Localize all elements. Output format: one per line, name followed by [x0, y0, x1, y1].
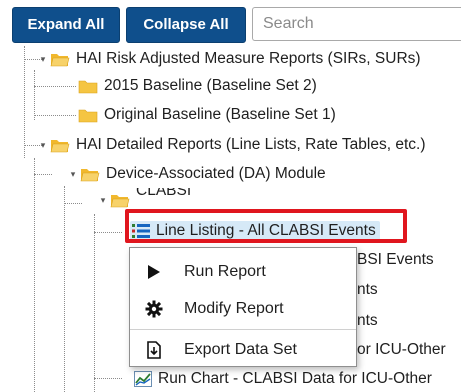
tree-connector [34, 174, 52, 175]
tree-node-hai-risk-adjusted[interactable]: ▾ HAI Risk Adjusted Measure Reports (SIR… [38, 46, 421, 72]
folder-open-icon [50, 140, 70, 153]
tree-node-label: Run Chart - CLABSI Data for ICU-Other [158, 370, 432, 387]
tree-node-label: Original Baseline (Baseline Set 1) [104, 106, 336, 123]
tree-node-device-associated[interactable]: ▾ Device-Associated (DA) Module [68, 161, 326, 187]
tree-node-label: 2015 Baseline (Baseline Set 2) [104, 77, 317, 94]
expand-all-button[interactable]: Expand All [12, 7, 120, 43]
modify-report-menu-item[interactable]: Modify Report [130, 291, 356, 327]
tree-node-original-baseline[interactable]: Original Baseline (Baseline Set 1) [78, 102, 336, 128]
tree-node-label: HAI Risk Adjusted Measure Reports (SIRs,… [76, 50, 421, 67]
tree-node-partial-bsi-events[interactable]: BSI Events [357, 247, 434, 273]
folder-open-icon [110, 195, 130, 208]
collapse-toggle-icon[interactable]: ▾ [98, 194, 108, 206]
search-input[interactable] [252, 7, 461, 41]
line-chart-icon [134, 371, 152, 387]
folder-open-icon [50, 54, 70, 67]
menu-item-label: Run Report [184, 263, 266, 280]
tree-node-label: nts [357, 312, 378, 329]
folder-icon [78, 109, 98, 123]
tree-node-label: or ICU-Other [357, 341, 446, 358]
tree-node-label: BSI Events [357, 251, 434, 268]
menu-item-label: Modify Report [184, 300, 284, 317]
tree-node-partial-icu-other[interactable]: or ICU-Other [357, 337, 446, 363]
toolbar: Expand All Collapse All [0, 0, 461, 46]
gear-icon [144, 299, 164, 319]
folder-open-icon [80, 169, 100, 182]
export-icon [144, 340, 164, 360]
tree-node-label: Device-Associated (DA) Module [106, 165, 326, 182]
tree-node-2015-baseline[interactable]: 2015 Baseline (Baseline Set 2) [78, 73, 317, 99]
collapse-toggle-icon[interactable]: ▾ [68, 168, 78, 180]
context-menu: Run Report Modify Report Export Data Set [129, 247, 357, 367]
export-data-set-menu-item[interactable]: Export Data Set [130, 332, 356, 368]
tree-node-label: CLABSI [136, 188, 192, 199]
run-report-menu-item[interactable]: Run Report [130, 254, 356, 290]
menu-separator [130, 329, 356, 330]
tree-connector [94, 378, 122, 379]
folder-icon [78, 80, 98, 94]
menu-item-label: Export Data Set [184, 341, 297, 358]
collapse-all-button[interactable]: Collapse All [126, 7, 246, 43]
tree-connector [64, 186, 65, 392]
collapse-toggle-icon[interactable]: ▾ [38, 139, 48, 151]
collapse-toggle-icon[interactable]: ▾ [38, 53, 48, 65]
tree-connector [34, 86, 76, 87]
tree-connector [24, 46, 25, 158]
tree-connector [34, 158, 35, 392]
tree-node-partial[interactable]: nts [357, 277, 378, 303]
tree-node-run-chart-clabsi[interactable]: Run Chart - CLABSI Data for ICU-Other [134, 366, 432, 392]
tree-connector [94, 232, 122, 233]
tree-node-partial[interactable]: nts [357, 308, 378, 334]
tree-connector [34, 70, 35, 120]
tree-node-hai-detailed-reports[interactable]: ▾ HAI Detailed Reports (Line Lists, Rate… [38, 132, 426, 158]
tree-connector [64, 203, 82, 204]
tree-node-label: nts [357, 281, 378, 298]
highlight-box [125, 209, 407, 243]
tree-node-label: HAI Detailed Reports (Line Lists, Rate T… [76, 136, 426, 153]
play-icon [144, 262, 164, 282]
tree-connector [94, 214, 95, 392]
tree-connector [34, 115, 76, 116]
